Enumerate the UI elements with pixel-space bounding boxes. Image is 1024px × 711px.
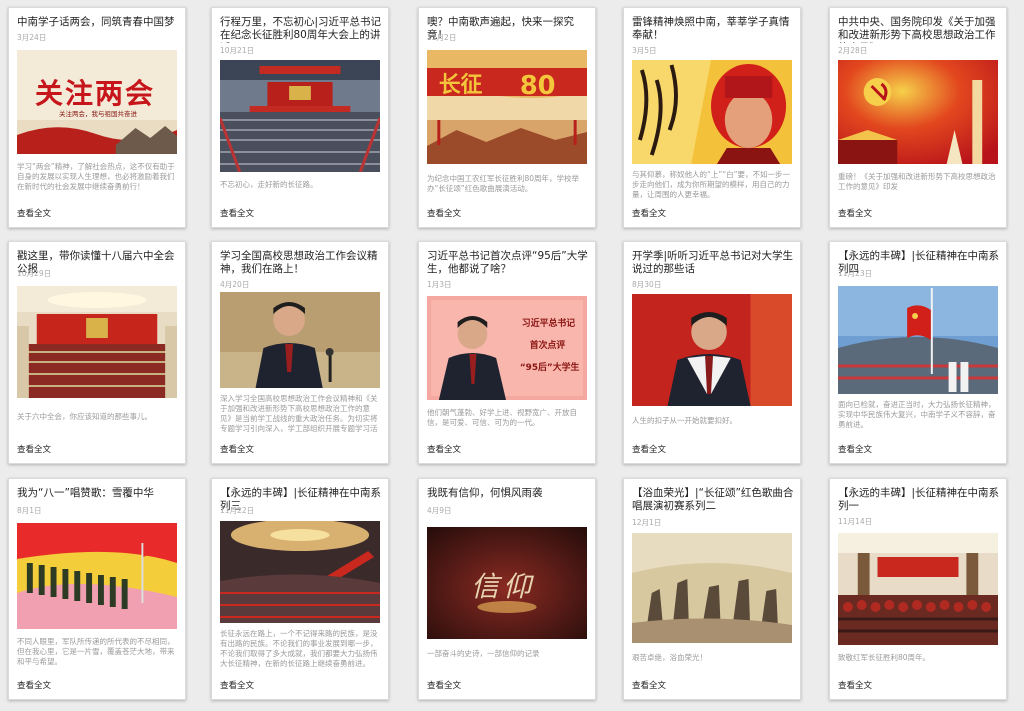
article-card[interactable]: 戳这里，带你读懂十八届六中全会公报 10月29日 关于六中全会，你应该知道的那些…: [8, 241, 186, 464]
svg-text:首次点评: 首次点评: [530, 339, 566, 351]
thumbnail-headline: 信仰: [471, 570, 536, 603]
article-thumbnail[interactable]: [17, 286, 177, 398]
article-excerpt: 致敬红军长征胜利80周年。: [838, 653, 931, 662]
article-card[interactable]: 【永远的丰碑】|长征精神在中南系列四 11月23日 面向已检就，奋进正当时，大力…: [829, 241, 1007, 464]
article-excerpt: 重磅！《关于加强和改进新形势下高校思想政治工作的意见》印发: [838, 172, 996, 191]
read-more-link[interactable]: 查看全文: [220, 679, 254, 691]
article-excerpt: 关于六中全会，你应该知道的那些事儿。: [17, 412, 152, 421]
article-card[interactable]: 【浴血荣光】|“长征颂”红色歌曲合唱展演初赛系列二 12月1日 艰苦卓绝，浴血荣…: [623, 478, 801, 700]
read-more-link[interactable]: 查看全文: [632, 207, 666, 219]
article-title[interactable]: 中共中央、国务院印发《关于加强和改进新形势下高校思想政治工作的意见》: [838, 16, 1000, 43]
article-excerpt: 学习“两会”精神，了解社会热点，这不仅有助于自身的发展以实现人生理想，也必将激励…: [17, 162, 175, 191]
article-card[interactable]: 我为“八一”唱赞歌：雪覆中华 8月1日 不同人眼里，军队所传递的所代表的不尽相同…: [8, 478, 186, 700]
article-date: 2月28日: [838, 46, 868, 55]
read-more-link[interactable]: 查看全文: [838, 443, 872, 455]
svg-text:80: 80: [520, 71, 556, 101]
article-card[interactable]: 雷锋精神焕照中南，莘莘学子真情奉献！ 3月5日 与其仰慕，称奴他人的“上”“白”…: [623, 7, 801, 228]
svg-text:长征: 长征: [439, 72, 483, 98]
article-thumbnail[interactable]: [632, 60, 792, 164]
article-date: 8月1日: [17, 506, 42, 515]
read-more-link[interactable]: 查看全文: [427, 443, 461, 455]
article-card[interactable]: 中共中央、国务院印发《关于加强和改进新形势下高校思想政治工作的意见》 2月28日…: [829, 7, 1007, 228]
article-card[interactable]: 学习全国高校思想政治工作会议精神，我们在路上！ 4月20日 深入学习全国高校思想…: [211, 241, 389, 464]
article-excerpt: 一部奋斗的史诗，一部信仰的记录: [427, 649, 540, 658]
article-excerpt: 不忘初心，走好新的长征路。: [220, 180, 318, 189]
article-thumbnail[interactable]: [838, 60, 998, 164]
article-thumbnail[interactable]: [17, 523, 177, 629]
article-date: 10月21日: [220, 46, 255, 55]
read-more-link[interactable]: 查看全文: [427, 679, 461, 691]
article-thumbnail[interactable]: [838, 286, 998, 394]
article-card[interactable]: 【永远的丰碑】|长征精神在中南系列一 11月14日 致敬红军长征胜利80周年。 …: [829, 478, 1007, 700]
article-card[interactable]: 中南学子话两会，同筑青春中国梦 3月24日 关注两会 关注两会，我与祖国共奋进 …: [8, 7, 186, 228]
read-more-link[interactable]: 查看全文: [632, 679, 666, 691]
article-title[interactable]: 行程万里，不忘初心|习近平总书记在纪念长征胜利80周年大会上的讲话: [220, 16, 382, 43]
article-excerpt: 面向已检就，奋进正当时，大力弘扬长征精神，实现中华民族伟大复兴，中南学子义不容辞…: [838, 400, 996, 429]
svg-text:习近平总书记: 习近平总书记: [522, 317, 575, 329]
read-more-link[interactable]: 查看全文: [632, 443, 666, 455]
article-date: 8月30日: [632, 280, 662, 289]
article-title[interactable]: 雷锋精神焕照中南，莘莘学子真情奉献！: [632, 16, 794, 42]
article-date: 1月3日: [427, 280, 452, 289]
article-thumbnail[interactable]: 长征 80: [427, 50, 587, 164]
article-excerpt: 深入学习全国高校思想政治工作会议精神和《关于加强和改进新形势下高校思想政治工作的…: [220, 394, 378, 433]
article-thumbnail[interactable]: [220, 292, 380, 388]
article-thumbnail[interactable]: 信仰: [427, 527, 587, 639]
article-date: 11月22日: [220, 506, 255, 515]
article-title[interactable]: 【浴血荣光】|“长征颂”红色歌曲合唱展演初赛系列二: [632, 487, 794, 513]
article-title[interactable]: 习近平总书记首次点评“95后”大学生，他都说了啥？: [427, 250, 589, 276]
article-date: 10月29日: [17, 269, 52, 278]
article-excerpt: 为纪念中国工农红军长征胜利80周年，学校举办“长征颂”红色歌曲展演活动。: [427, 174, 580, 193]
read-more-link[interactable]: 查看全文: [427, 207, 461, 219]
article-date: 12月1日: [632, 518, 662, 527]
article-excerpt: 艰苦卓绝，浴血荣光！: [632, 653, 707, 662]
read-more-link[interactable]: 查看全文: [220, 443, 254, 455]
article-date: 11月14日: [838, 517, 873, 526]
article-excerpt: 人生的扣子从一开始就要扣好。: [632, 416, 737, 425]
article-card[interactable]: 噢？中南歌声遍起，快来一探究竟！ 12月2日 长征 80 为纪念中国工农红军长征…: [418, 7, 596, 228]
article-thumbnail[interactable]: [220, 521, 380, 623]
article-thumbnail[interactable]: 关注两会 关注两会，我与祖国共奋进: [17, 50, 177, 154]
article-thumbnail[interactable]: [838, 533, 998, 645]
article-card[interactable]: 习近平总书记首次点评“95后”大学生，他都说了啥？ 1月3日 习近平总书记 首次…: [418, 241, 596, 464]
article-date: 11月23日: [838, 269, 873, 278]
article-title[interactable]: 我为“八一”唱赞歌：雪覆中华: [17, 487, 179, 500]
article-date: 4月20日: [220, 280, 250, 289]
thumbnail-headline: 关注两会: [35, 77, 156, 110]
read-more-link[interactable]: 查看全文: [17, 207, 51, 219]
read-more-link[interactable]: 查看全文: [220, 207, 254, 219]
article-thumbnail[interactable]: [220, 60, 380, 172]
article-card[interactable]: 开学季|听听习近平总书记对大学生说过的那些话 8月30日 人生的扣子从一开始就要…: [623, 241, 801, 464]
article-thumbnail[interactable]: [632, 533, 792, 643]
read-more-link[interactable]: 查看全文: [838, 679, 872, 691]
article-excerpt: 他们朝气蓬勃、好学上进、视野宽广、开放自信，是可爱、可信、可为的一代。: [427, 408, 577, 427]
article-date: 3月5日: [632, 46, 657, 55]
article-title[interactable]: 学习全国高校思想政治工作会议精神，我们在路上！: [220, 250, 382, 276]
article-card[interactable]: 【永远的丰碑】|长征精神在中南系列三 11月22日 长征永远在路上，一个不记得来…: [211, 478, 389, 700]
article-thumbnail[interactable]: [632, 294, 792, 406]
article-title[interactable]: 中南学子话两会，同筑青春中国梦: [17, 16, 179, 29]
article-excerpt: 长征永远在路上，一个不记得来路的民族，是没有出路的民族。不论我们的事业发展到哪一…: [220, 629, 378, 668]
read-more-link[interactable]: 查看全文: [17, 679, 51, 691]
article-date: 3月24日: [17, 33, 47, 42]
read-more-link[interactable]: 查看全文: [17, 443, 51, 455]
article-card[interactable]: 我既有信仰，何惧风雨袭 4月9日 信仰 一部奋斗的史诗，一部信仰的记录 查看全文: [418, 478, 596, 700]
article-excerpt: 不同人眼里，军队所传递的所代表的不尽相同，但在我心里，它是一片雪，覆盖苍茫大地，…: [17, 637, 175, 666]
read-more-link[interactable]: 查看全文: [838, 207, 872, 219]
article-title[interactable]: 开学季|听听习近平总书记对大学生说过的那些话: [632, 250, 794, 276]
article-excerpt: 与其仰慕，称奴他人的“上”“白”要，不如一步一步走向他们，成为你所期望的模样，用…: [632, 170, 791, 199]
thumbnail-subtitle: 关注两会，我与祖国共奋进: [59, 110, 137, 118]
article-card[interactable]: 行程万里，不忘初心|习近平总书记在纪念长征胜利80周年大会上的讲话 10月21日…: [211, 7, 389, 228]
article-thumbnail[interactable]: 习近平总书记 首次点评 “95后”大学生: [427, 296, 587, 400]
article-date: 4月9日: [427, 506, 452, 515]
svg-text:“95后”大学生: “95后”大学生: [520, 361, 580, 373]
article-title[interactable]: 我既有信仰，何惧风雨袭: [427, 487, 589, 500]
article-title[interactable]: 【永远的丰碑】|长征精神在中南系列一: [838, 487, 1000, 513]
article-date: 12月2日: [427, 33, 457, 42]
